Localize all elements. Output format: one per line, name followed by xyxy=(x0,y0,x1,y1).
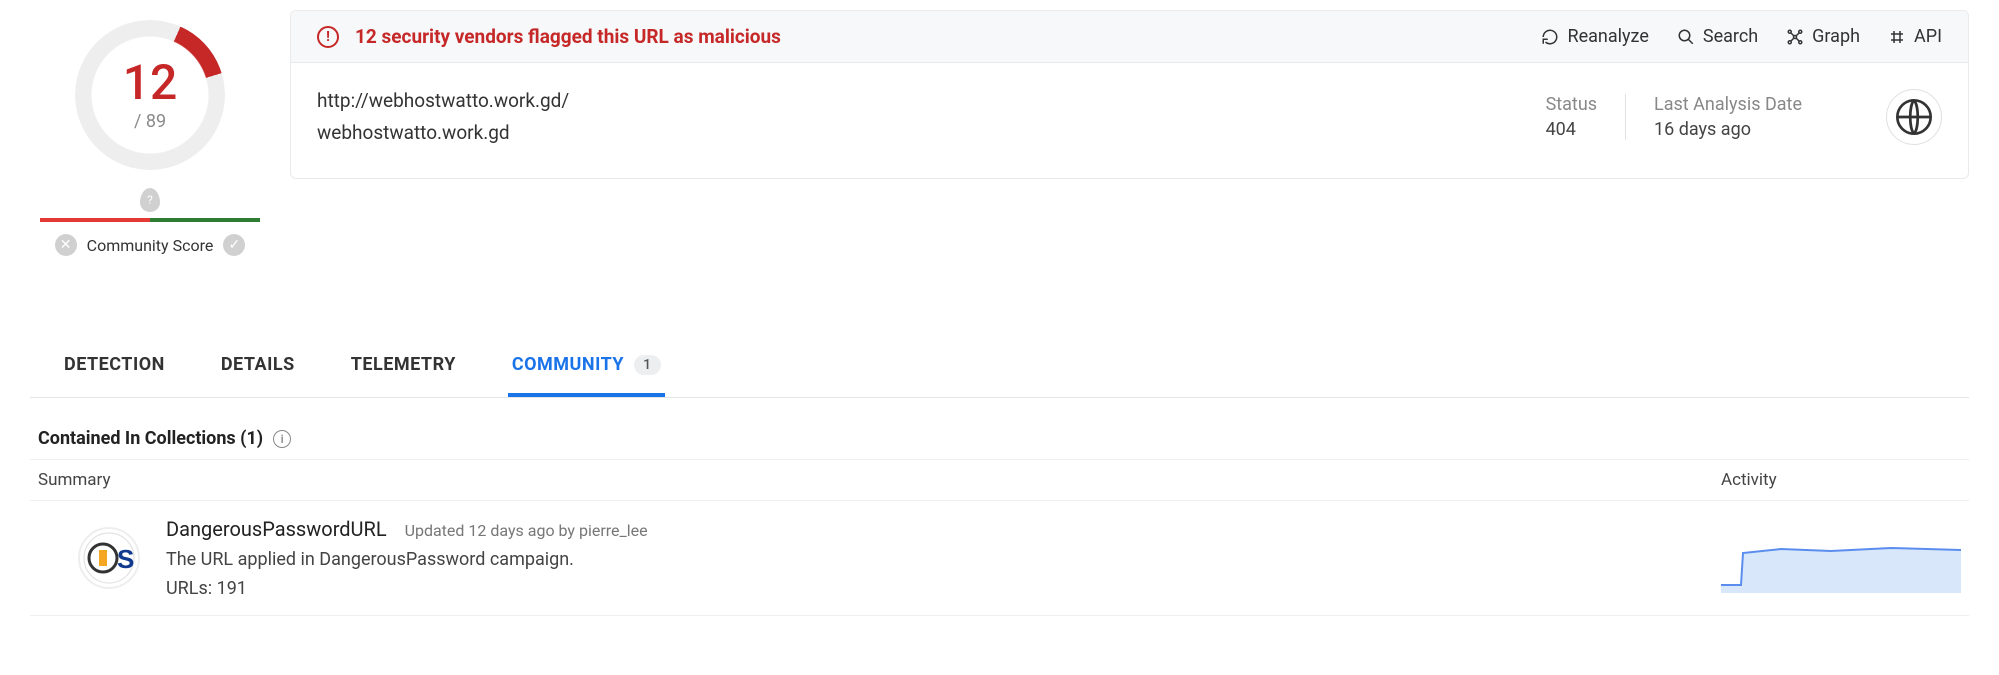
url-domain: webhostwatto.work.gd xyxy=(317,117,1488,149)
api-button[interactable]: API xyxy=(1888,26,1942,47)
info-icon[interactable]: i xyxy=(273,430,291,448)
collection-row[interactable]: S DangerousPasswordURL Updated 12 days a… xyxy=(30,501,1969,616)
refresh-icon xyxy=(1541,28,1559,46)
tab-community[interactable]: COMMUNITY 1 xyxy=(508,336,665,397)
close-icon[interactable]: ✕ xyxy=(55,234,77,256)
search-icon xyxy=(1677,28,1695,46)
column-activity: Activity xyxy=(1721,470,1961,490)
graph-button[interactable]: Graph xyxy=(1786,26,1860,47)
graph-icon xyxy=(1786,28,1804,46)
tab-telemetry[interactable]: TELEMETRY xyxy=(347,336,460,397)
globe-icon xyxy=(1886,89,1942,145)
community-count-badge: 1 xyxy=(634,355,660,375)
summary-card: ! 12 security vendors flagged this URL a… xyxy=(290,10,1969,179)
collection-title: DangerousPasswordURL xyxy=(166,517,387,541)
collection-description: The URL applied in DangerousPassword cam… xyxy=(166,549,1695,570)
detected-count: 12 xyxy=(123,59,178,107)
alert-icon: ! xyxy=(317,26,339,48)
collection-url-count: URLs: 191 xyxy=(166,578,1695,599)
column-summary: Summary xyxy=(38,470,1721,490)
check-icon[interactable]: ✓ xyxy=(223,234,245,256)
status-block: Status 404 xyxy=(1518,94,1625,140)
tab-detection[interactable]: DETECTION xyxy=(60,336,169,397)
svg-text:S: S xyxy=(117,544,134,574)
search-button[interactable]: Search xyxy=(1677,26,1758,47)
last-analysis-block: Last Analysis Date 16 days ago xyxy=(1625,94,1830,140)
reanalyze-button[interactable]: Reanalyze xyxy=(1541,26,1648,47)
community-score-label: Community Score xyxy=(87,236,214,255)
collection-updated: Updated 12 days ago by pierre_lee xyxy=(405,521,648,540)
alert-message: 12 security vendors flagged this URL as … xyxy=(355,25,1541,48)
section-title: Contained In Collections (1) xyxy=(38,428,263,449)
api-icon xyxy=(1888,28,1906,46)
collection-avatar-icon: S xyxy=(78,527,140,589)
community-score-bar xyxy=(40,218,260,222)
total-vendors: / 89 xyxy=(134,111,166,132)
score-gauge: 12 / 89 xyxy=(75,20,225,170)
url-full: http://webhostwatto.work.gd/ xyxy=(317,85,1488,117)
tab-bar: DETECTION DETAILS TELEMETRY COMMUNITY 1 xyxy=(30,336,1969,398)
community-score-marker-icon: ? xyxy=(140,188,160,212)
tab-details[interactable]: DETAILS xyxy=(217,336,299,397)
activity-sparkline xyxy=(1721,523,1961,593)
detection-score-panel: 12 / 89 ? ✕ Community Score ✓ xyxy=(30,10,270,256)
